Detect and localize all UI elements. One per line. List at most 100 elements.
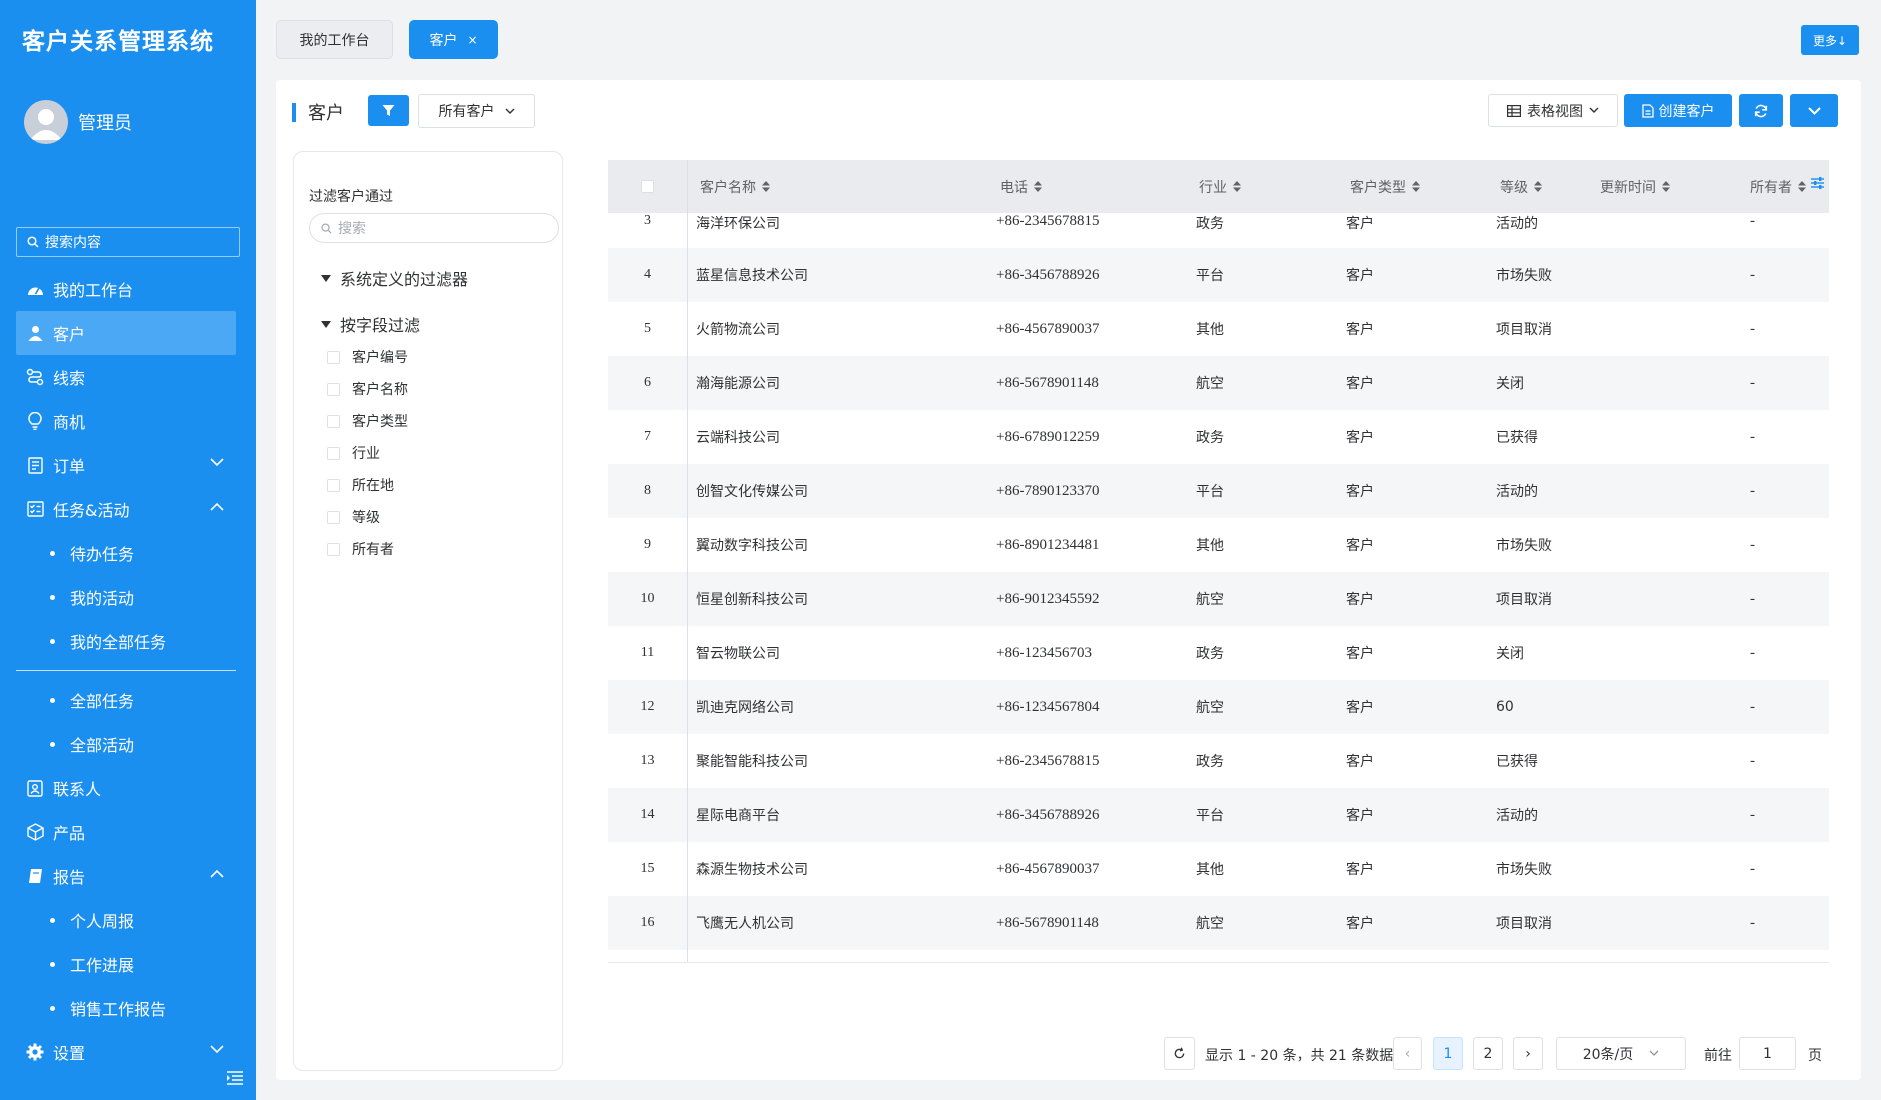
cell-customer-name[interactable]: 云端科技公司 bbox=[696, 427, 780, 447]
sidebar-item-weekly-report[interactable]: 个人周报 bbox=[0, 898, 256, 942]
cell-customer-name[interactable]: 聚能智能科技公司 bbox=[696, 751, 808, 771]
create-customer-button[interactable]: 创建客户 bbox=[1624, 94, 1732, 127]
sidebar-item-opportunities[interactable]: 商机 bbox=[0, 399, 256, 443]
column-header-industry[interactable]: 行业 bbox=[1199, 177, 1241, 197]
sidebar-item-leads[interactable]: 线索 bbox=[0, 355, 256, 399]
table-row[interactable]: 14 星际电商平台 +86-3456788926 平台 客户 活动的 - bbox=[608, 788, 1829, 842]
cell-customer-name[interactable]: 蓝星信息技术公司 bbox=[696, 265, 808, 285]
cell-customer-name[interactable]: 飞鹰无人机公司 bbox=[696, 913, 794, 933]
column-header-level[interactable]: 等级 bbox=[1500, 177, 1542, 197]
tab-customers[interactable]: 客户 × bbox=[409, 20, 498, 59]
page-2-button[interactable]: 2 bbox=[1473, 1037, 1503, 1070]
sidebar-item-reports[interactable]: 报告 bbox=[0, 854, 256, 898]
user-profile[interactable]: 管理员 bbox=[24, 100, 132, 144]
column-settings-icon[interactable] bbox=[1811, 177, 1824, 189]
cell-customer-name[interactable]: 星际电商平台 bbox=[696, 805, 780, 825]
checkbox[interactable] bbox=[327, 542, 340, 556]
table-row[interactable]: 9 翼动数字科技公司 +86-8901234481 其他 客户 市场失败 - bbox=[608, 518, 1829, 572]
table-row[interactable]: 5 火箭物流公司 +86-4567890037 其他 客户 项目取消 - bbox=[608, 302, 1829, 356]
column-header-name[interactable]: 客户名称 bbox=[700, 177, 770, 197]
column-header-updated[interactable]: 更新时间 bbox=[1600, 177, 1670, 197]
next-page-button[interactable]: › bbox=[1513, 1037, 1543, 1070]
sidebar-search-input[interactable]: 搜索内容 bbox=[16, 227, 240, 257]
table-row[interactable]: 13 聚能智能科技公司 +86-2345678815 政务 客户 已获得 - bbox=[608, 734, 1829, 788]
filter-field-owner[interactable]: 所有者 bbox=[327, 539, 394, 559]
sidebar-item-my-activities[interactable]: 我的活动 bbox=[0, 575, 256, 619]
sidebar-item-tasks-activities[interactable]: 任务&活动 bbox=[0, 487, 256, 531]
table-row[interactable]: 3 海洋环保公司 +86-2345678815 政务 客户 活动的 - bbox=[608, 213, 1829, 248]
customer-view-select[interactable]: 所有客户 bbox=[418, 94, 535, 128]
sort-icon[interactable] bbox=[1662, 181, 1670, 192]
checkbox[interactable] bbox=[327, 446, 340, 460]
more-actions-dropdown[interactable] bbox=[1790, 94, 1838, 127]
table-row[interactable]: 12 凯迪克网络公司 +86-1234567804 航空 客户 60 - bbox=[608, 680, 1829, 734]
sidebar-item-my-all-tasks[interactable]: 我的全部任务 bbox=[0, 619, 256, 663]
sort-icon[interactable] bbox=[1412, 181, 1420, 192]
checkbox[interactable] bbox=[327, 510, 340, 524]
sidebar-item-settings[interactable]: 设置 bbox=[0, 1030, 256, 1074]
sidebar-item-customers[interactable]: 客户 bbox=[16, 311, 236, 355]
sort-icon[interactable] bbox=[1034, 181, 1042, 192]
filter-field-industry[interactable]: 行业 bbox=[327, 443, 380, 463]
cell-customer-name[interactable]: 翼动数字科技公司 bbox=[696, 535, 808, 555]
pagination-refresh-button[interactable] bbox=[1164, 1037, 1195, 1070]
tab-workbench[interactable]: 我的工作台 bbox=[276, 20, 393, 59]
page-size-select[interactable]: 20条/页 bbox=[1556, 1037, 1686, 1070]
table-view-select[interactable]: 表格视图 bbox=[1488, 94, 1618, 127]
cell-customer-name[interactable]: 恒星创新科技公司 bbox=[696, 589, 808, 609]
filter-field-customer-id[interactable]: 客户编号 bbox=[327, 347, 408, 367]
table-row[interactable]: 11 智云物联公司 +86-123456703 政务 客户 关闭 - bbox=[608, 626, 1829, 680]
filter-group-fields[interactable]: 按字段过滤 bbox=[321, 312, 420, 336]
filter-toggle-button[interactable] bbox=[368, 95, 409, 126]
checkbox[interactable] bbox=[327, 478, 340, 492]
sidebar-item-all-activities[interactable]: 全部活动 bbox=[0, 722, 256, 766]
column-header-owner[interactable]: 所有者 bbox=[1750, 177, 1806, 197]
table-row[interactable]: 6 瀚海能源公司 +86-5678901148 航空 客户 关闭 - bbox=[608, 356, 1829, 410]
filter-field-customer-name[interactable]: 客户名称 bbox=[327, 379, 408, 399]
sidebar-item-contacts[interactable]: 联系人 bbox=[0, 766, 256, 810]
checkbox[interactable] bbox=[327, 350, 340, 364]
table-row[interactable]: 7 云端科技公司 +86-6789012259 政务 客户 已获得 - bbox=[608, 410, 1829, 464]
filter-field-customer-type[interactable]: 客户类型 bbox=[327, 411, 408, 431]
checkbox[interactable] bbox=[327, 414, 340, 428]
sidebar-item-workbench[interactable]: 我的工作台 bbox=[0, 267, 256, 311]
cell-customer-name[interactable]: 火箭物流公司 bbox=[696, 319, 780, 339]
sidebar-item-work-progress[interactable]: 工作进展 bbox=[0, 942, 256, 986]
collapse-menu-icon[interactable] bbox=[226, 1070, 244, 1086]
prev-page-button[interactable]: ‹ bbox=[1393, 1037, 1422, 1070]
checkbox[interactable] bbox=[327, 382, 340, 396]
sort-icon[interactable] bbox=[1233, 181, 1241, 192]
table-row[interactable]: 15 森源生物技术公司 +86-4567890037 其他 客户 市场失败 - bbox=[608, 842, 1829, 896]
column-header-phone[interactable]: 电话 bbox=[1000, 177, 1042, 197]
cell-customer-name[interactable]: 凯迪克网络公司 bbox=[696, 697, 794, 717]
table-row[interactable]: 4 蓝星信息技术公司 +86-3456788926 平台 客户 市场失败 - bbox=[608, 248, 1829, 302]
sidebar-item-sales-report[interactable]: 销售工作报告 bbox=[0, 986, 256, 1030]
table-row[interactable]: 16 飞鹰无人机公司 +86-5678901148 航空 客户 项目取消 - bbox=[608, 896, 1829, 950]
refresh-button[interactable] bbox=[1739, 94, 1783, 127]
table-row[interactable]: 10 恒星创新科技公司 +86-9012345592 航空 客户 项目取消 - bbox=[608, 572, 1829, 626]
table-header: 客户名称 电话 行业 客户类型 等级 更新时间 所有者 bbox=[608, 160, 1829, 213]
sort-icon[interactable] bbox=[762, 181, 770, 192]
cell-customer-name[interactable]: 创智文化传媒公司 bbox=[696, 481, 808, 501]
filter-field-location[interactable]: 所在地 bbox=[327, 475, 394, 495]
table-row[interactable]: 8 创智文化传媒公司 +86-7890123370 平台 客户 活动的 - bbox=[608, 464, 1829, 518]
cell-customer-name[interactable]: 森源生物技术公司 bbox=[696, 859, 808, 879]
filter-field-level[interactable]: 等级 bbox=[327, 507, 380, 527]
more-button[interactable]: 更多↓ bbox=[1801, 25, 1859, 55]
sidebar-item-all-tasks[interactable]: 全部任务 bbox=[0, 678, 256, 722]
select-all-checkbox[interactable] bbox=[641, 180, 654, 193]
column-header-customer-type[interactable]: 客户类型 bbox=[1350, 177, 1420, 197]
cell-customer-name[interactable]: 海洋环保公司 bbox=[696, 213, 780, 233]
sidebar-item-todo-tasks[interactable]: 待办任务 bbox=[0, 531, 256, 575]
cell-customer-name[interactable]: 瀚海能源公司 bbox=[696, 373, 780, 393]
filter-search-input[interactable]: 搜索 bbox=[309, 213, 559, 243]
filter-group-system[interactable]: 系统定义的过滤器 bbox=[321, 266, 468, 290]
sidebar-item-products[interactable]: 产品 bbox=[0, 810, 256, 854]
sort-icon[interactable] bbox=[1534, 181, 1542, 192]
page-1-button[interactable]: 1 bbox=[1433, 1037, 1463, 1070]
sort-icon[interactable] bbox=[1798, 181, 1806, 192]
cell-customer-name[interactable]: 智云物联公司 bbox=[696, 643, 780, 663]
close-icon[interactable]: × bbox=[467, 33, 477, 47]
sidebar-item-orders[interactable]: 订单 bbox=[0, 443, 256, 487]
goto-page-input[interactable]: 1 bbox=[1739, 1037, 1796, 1070]
